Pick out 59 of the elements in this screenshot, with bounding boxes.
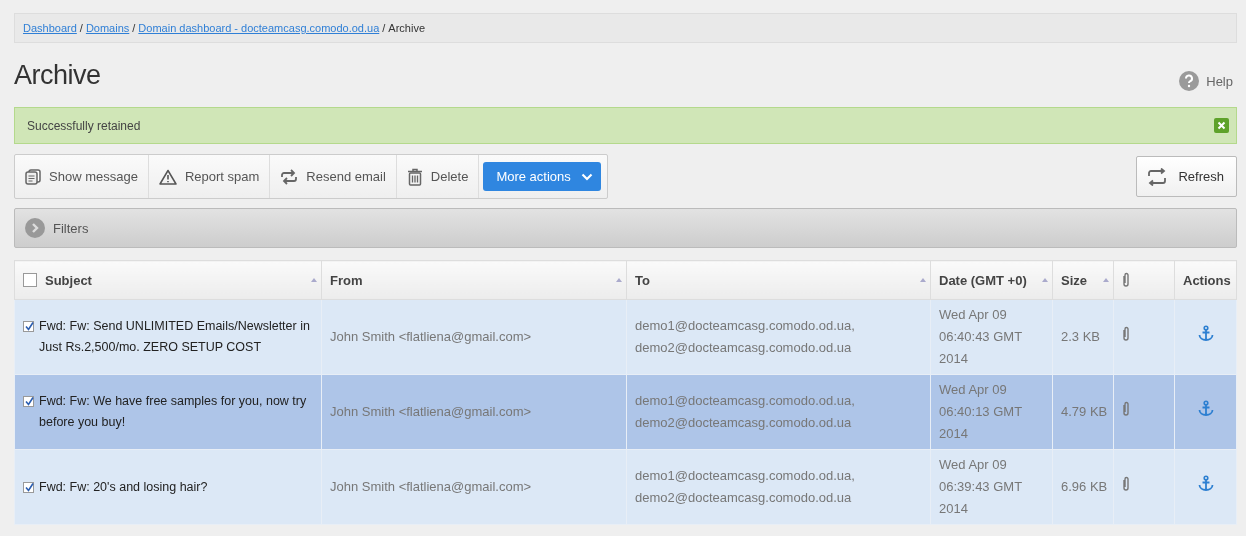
column-header[interactable]: From — [330, 272, 363, 288]
breadcrumb-link[interactable]: Domain dashboard - docteamcasg.comodo.od.ua — [138, 22, 380, 34]
table-row[interactable] — [14, 299, 1237, 375]
more-actions-dropdown[interactable]: More actions — [483, 162, 601, 191]
checkbox[interactable] — [23, 396, 34, 407]
page-title: Archive — [14, 59, 101, 91]
message-icon — [25, 168, 41, 185]
trash-icon — [406, 167, 423, 186]
table-row[interactable]: Fwd: Fw: We have free samples for you, now try before you buy! John Smith <flatliena@gmail.com> demo1@docteamcasg.comodo.od.ua, demo2@docteamcasg.comodo.od.ua Wed Apr 09 06:40:13 GMT 2014 4.79 KB — [14, 374, 1237, 450]
report-spam-button[interactable]: Report spam — [148, 155, 271, 198]
anchor-icon[interactable] — [1197, 400, 1214, 417]
anchor-icon[interactable] — [1197, 325, 1214, 342]
sort-arrow-icon[interactable] — [1042, 278, 1048, 282]
resend-email-button[interactable]: Resend email — [270, 155, 397, 198]
refresh-icon — [1146, 167, 1169, 186]
subject-text: Fwd: Fw: We have free samples for you, now try before you buy! — [39, 393, 308, 431]
sender-text: John Smith <flatliena@gmail.com> — [330, 404, 532, 419]
column-header[interactable]: Subject — [45, 272, 92, 288]
alert-message: Successfully retained — [27, 118, 141, 133]
anchor-icon[interactable] — [1197, 475, 1214, 492]
show-message-button[interactable]: Show message — [15, 155, 149, 198]
checkbox[interactable] — [23, 273, 37, 287]
breadcrumb-current: Archive — [388, 22, 426, 34]
paperclip-icon — [1122, 272, 1130, 288]
help-link[interactable]: Help — [1179, 71, 1233, 91]
size-text: 4.79 KB — [1061, 404, 1108, 419]
sort-arrow-icon[interactable] — [920, 278, 926, 282]
sender-text: John Smith <flatliena@gmail.com> — [330, 479, 532, 494]
size-text: 6.96 KB — [1061, 479, 1108, 494]
checkbox[interactable] — [23, 481, 34, 493]
repeat-arrows-icon — [280, 168, 299, 185]
column-header[interactable]: Size — [1061, 272, 1087, 288]
delete-button[interactable]: Delete — [396, 155, 480, 198]
warning-icon — [158, 168, 177, 185]
breadcrumb-separator: / — [382, 22, 386, 34]
filters-bar[interactable]: Filters — [14, 208, 1237, 248]
close-button[interactable] — [1214, 118, 1229, 133]
recipients-text: demo1@docteamcasg.comodo.od.ua, demo2@docteamcasg.comodo.od.ua — [635, 468, 855, 505]
subject-text: Fwd: Fw: 20's and losing hair? — [39, 478, 208, 496]
refresh-button[interactable]: Refresh — [1136, 156, 1237, 197]
chevron-down-icon — [580, 172, 593, 181]
subject-text: Fwd: Fw: Send UNLIMITED Emails/Newsletter in Just Rs.2,500/mo. ZERO SETUP COST — [39, 318, 311, 356]
breadcrumb-separator: / — [79, 22, 83, 34]
date-text: Wed Apr 09 06:40:43 GMT 2014 — [939, 307, 1022, 366]
recipients-text: demo1@docteamcasg.comodo.od.ua, demo2@docteamcasg.comodo.od.ua — [635, 393, 855, 430]
sort-arrow-icon[interactable] — [311, 278, 317, 282]
table-row[interactable]: Fwd: Fw: 20's and losing hair? John Smith <flatliena@gmail.com> demo1@docteamcasg.comodo.od.ua, demo2@docteamcasg.comodo.od.ua Wed Apr 09 06:39:43 GMT 2014 6.96 KB — [14, 449, 1237, 525]
sender-text: John Smith <flatliena@gmail.com> — [330, 329, 532, 344]
date-text: Wed Apr 09 06:40:13 GMT 2014 — [939, 382, 1022, 441]
sort-arrow-icon[interactable] — [616, 278, 622, 282]
sort-arrow-icon[interactable] — [1103, 278, 1109, 282]
recipients-text: demo1@docteamcasg.comodo.od.ua, demo2@docteamcasg.comodo.od.ua — [635, 318, 855, 355]
breadcrumb-separator: / — [132, 22, 136, 34]
date-text: Wed Apr 09 06:39:43 GMT 2014 — [939, 457, 1022, 516]
help-icon — [1179, 71, 1200, 91]
breadcrumb-link[interactable]: Dashboard — [23, 22, 77, 34]
checkbox[interactable] — [23, 321, 34, 332]
column-header[interactable]: To — [635, 272, 650, 288]
size-text: 2.3 KB — [1061, 329, 1101, 344]
